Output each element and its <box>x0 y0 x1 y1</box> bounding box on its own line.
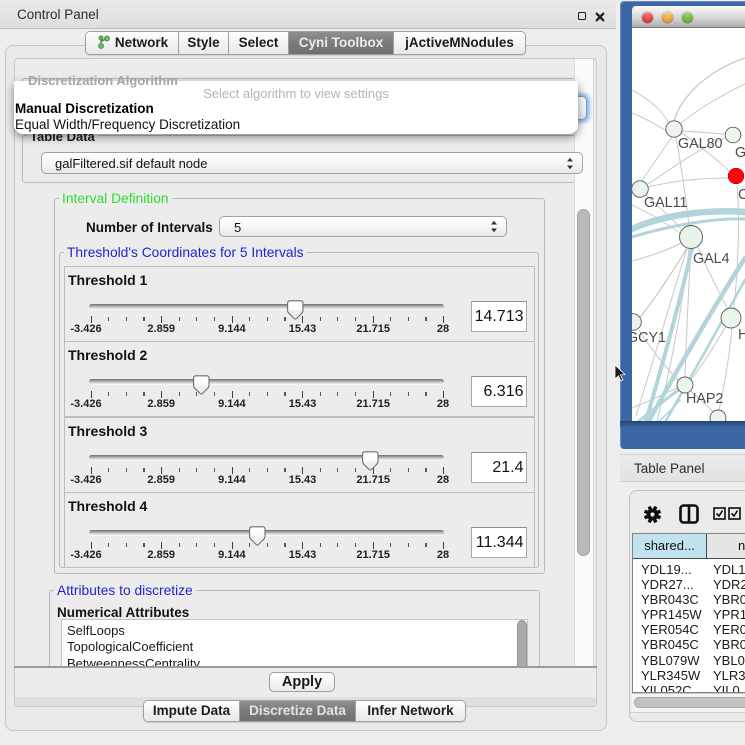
svg-text:H: H <box>738 327 745 343</box>
svg-text:GAL80: GAL80 <box>678 136 723 152</box>
svg-text:GCY1: GCY1 <box>632 330 666 346</box>
svg-text:GAL11: GAL11 <box>644 195 687 211</box>
svg-text:GAL4: GAL4 <box>693 251 730 267</box>
svg-text:HAP2: HAP2 <box>686 391 723 407</box>
svg-text:G: G <box>735 145 745 161</box>
svg-text:C: C <box>738 187 745 203</box>
